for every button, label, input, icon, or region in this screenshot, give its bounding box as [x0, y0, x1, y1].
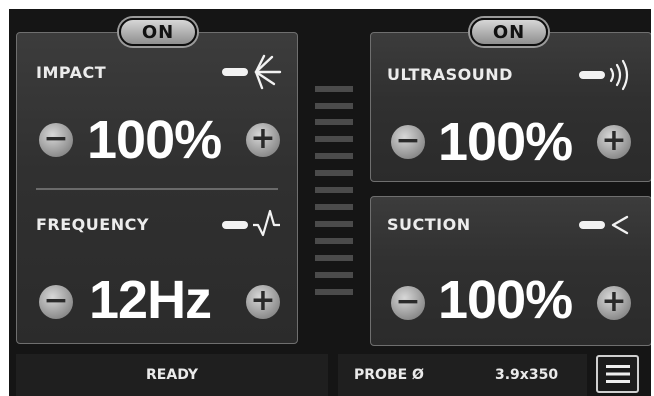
- level-bar: [315, 170, 353, 176]
- impact-label: IMPACT: [36, 63, 107, 82]
- frequency-increase-button[interactable]: +: [246, 285, 280, 319]
- suction-icon: [579, 215, 629, 235]
- ultrasound-label: ULTRASOUND: [387, 65, 513, 84]
- frequency-label: FREQUENCY: [36, 215, 149, 234]
- level-bar: [315, 272, 353, 278]
- probe-label: PROBE Ø: [354, 367, 424, 383]
- impact-increase-button[interactable]: +: [246, 123, 280, 157]
- hamburger-menu-icon: [606, 365, 630, 383]
- suction-decrease-button[interactable]: −: [391, 286, 425, 320]
- ultrasound-on-toggle[interactable]: ON: [470, 18, 548, 46]
- level-bar: [315, 289, 353, 295]
- impact-value: 100%: [87, 110, 222, 170]
- level-bar: [315, 136, 353, 142]
- ready-status-text: READY: [146, 367, 198, 383]
- menu-button[interactable]: [596, 355, 639, 393]
- probe-value: 3.9x350: [495, 367, 559, 383]
- ultrasound-decrease-button[interactable]: −: [391, 125, 425, 159]
- level-bar: [315, 221, 353, 227]
- level-bar: [315, 153, 353, 159]
- suction-label: SUCTION: [387, 215, 471, 234]
- frequency-decrease-button[interactable]: −: [39, 285, 73, 319]
- level-bar: [315, 238, 353, 244]
- level-bar: [315, 204, 353, 210]
- impact-icon: [222, 54, 282, 90]
- suction-value: 100%: [438, 270, 573, 330]
- panel-divider: [36, 188, 278, 190]
- device-screen: ON IMPACT − 100% + FREQUENCY − 12Hz + ON…: [9, 9, 651, 396]
- impact-on-toggle[interactable]: ON: [119, 18, 197, 46]
- level-bar: [315, 255, 353, 261]
- level-bar: [315, 119, 353, 125]
- ultrasound-increase-button[interactable]: +: [597, 125, 631, 159]
- frequency-icon: [222, 209, 280, 237]
- ultrasound-icon: [579, 59, 629, 91]
- level-bar: [315, 103, 353, 109]
- suction-increase-button[interactable]: +: [597, 286, 631, 320]
- frequency-value: 12Hz: [89, 270, 212, 330]
- ready-status: READY: [16, 354, 328, 396]
- level-bar: [315, 187, 353, 193]
- level-bar: [315, 86, 353, 92]
- impact-decrease-button[interactable]: −: [39, 123, 73, 157]
- ultrasound-value: 100%: [438, 112, 573, 172]
- probe-status: PROBE Ø 3.9x350: [338, 354, 587, 396]
